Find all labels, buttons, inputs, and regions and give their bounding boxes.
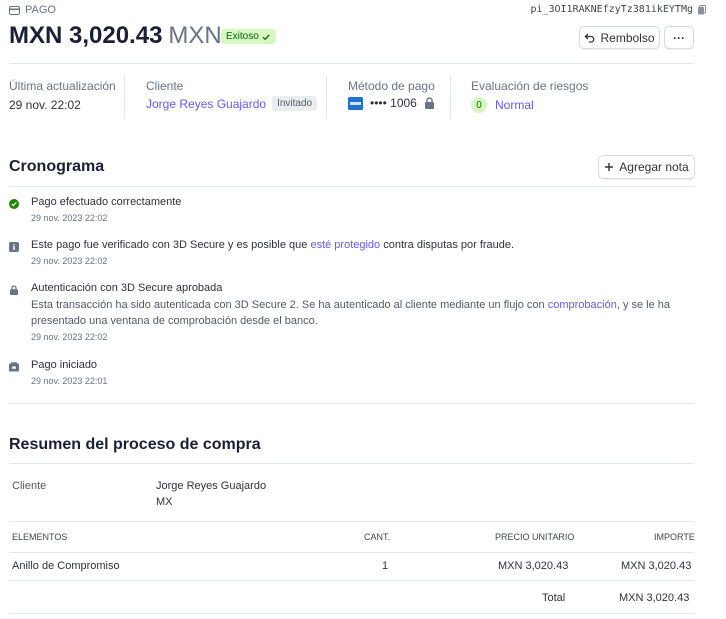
timeline-item-time: 29 nov. 2023 22:01 (31, 376, 108, 386)
column-header-amount: IMPORTE (654, 532, 695, 542)
customer-field: Jorge Reyes Guajardo Invitado (146, 96, 318, 111)
total-label: Total (542, 592, 566, 604)
customer-link[interactable]: Jorge Reyes Guajardo (146, 97, 266, 111)
success-check-icon (9, 199, 19, 209)
refund-label: Rembolso (600, 30, 655, 45)
updated-label: Última actualización (9, 79, 116, 93)
title-text-post: contra disputas por fraude. (380, 239, 515, 251)
timeline-item-title: Autenticación con 3D Secure aprobada (31, 282, 223, 294)
checkout-customer-label: Cliente (12, 480, 47, 492)
risk-link[interactable]: Normal (495, 98, 534, 112)
status-text: Exitoso (226, 31, 259, 42)
guest-badge: Invitado (272, 96, 318, 111)
risk-score: 0 (471, 97, 487, 113)
timeline-item-title: Pago iniciado (31, 359, 98, 371)
column-header-items: ELEMENTOS (12, 532, 68, 542)
total-value: MXN 3,020.43 (619, 592, 690, 604)
row-unit-price: MXN 3,020.43 (498, 560, 569, 572)
section-label-text: PAGO (25, 4, 56, 16)
amount-value: MXN 3,020.43 (9, 22, 163, 49)
card-icon (9, 5, 20, 15)
payment-amount: MXN 3,020.43 MXN (9, 22, 222, 50)
payment-id[interactable]: pi_3OI1RAKNEfzyTz381ikEYTMg (530, 4, 706, 15)
checkout-title: Resumen del proceso de compra (9, 436, 261, 453)
refund-button[interactable]: Rembolso (579, 26, 660, 49)
plus-icon (605, 163, 614, 171)
section-label: PAGO (9, 4, 56, 16)
risk-field: 0 Normal (471, 97, 534, 113)
payment-method-field: •••• 1006 (348, 96, 435, 110)
amount-currency: MXN (168, 22, 222, 49)
timeline-item-title: Este pago fue verificado con 3D Secure y… (31, 239, 514, 251)
card-last4: •••• 1006 (370, 96, 417, 110)
timeline-item-time: 29 nov. 2023 22:02 (31, 213, 108, 223)
lock-icon (424, 97, 434, 109)
timeline-item-description: Esta transacción ha sido autenticada con… (31, 297, 691, 329)
more-actions-button[interactable]: ··· (664, 26, 694, 49)
column-header-qty: CANT. (364, 532, 391, 542)
column-header-unit-price: PRECIO UNITARIO (495, 532, 575, 542)
amex-card-icon (348, 96, 363, 110)
timeline-title: Cronograma (9, 158, 105, 175)
customer-label: Cliente (146, 79, 184, 93)
checkout-customer-name: Jorge Reyes Guajardo (156, 480, 267, 492)
lock-icon (10, 285, 18, 295)
row-qty: 1 (382, 560, 389, 572)
check-icon (262, 33, 270, 40)
table-row: Anillo de Compromiso 1 MXN 3,020.43 MXN … (12, 560, 694, 576)
timeline-item-time: 29 nov. 2023 22:02 (31, 256, 108, 266)
checkout-customer-country: MX (156, 496, 173, 508)
add-note-label: Agregar nota (619, 160, 689, 174)
payment-method-label: Método de pago (348, 79, 435, 93)
risk-label: Evaluación de riesgos (471, 79, 589, 93)
timeline-item-time: 29 nov. 2023 22:02 (31, 332, 108, 342)
more-label: ··· (673, 30, 685, 45)
info-icon (9, 242, 19, 252)
add-note-button[interactable]: Agregar nota (598, 155, 695, 179)
copy-icon[interactable] (697, 4, 706, 15)
protected-link[interactable]: esté protegido (310, 239, 380, 251)
title-text-pre: Este pago fue verificado con 3D Secure y… (31, 239, 311, 251)
row-amount: MXN 3,020.43 (621, 560, 692, 572)
row-item: Anillo de Compromiso (12, 560, 120, 572)
status-badge: Exitoso (221, 29, 276, 44)
payment-initiated-icon (9, 362, 19, 372)
undo-arrow-icon (585, 33, 595, 43)
desc-text-pre: Esta transacción ha sido autenticada con… (31, 299, 548, 311)
timeline-item-title: Pago efectuado correctamente (31, 196, 182, 208)
challenge-link[interactable]: comprobación (548, 299, 617, 311)
updated-value: 29 nov. 22:02 (9, 98, 81, 112)
payment-id-text: pi_3OI1RAKNEfzyTz381ikEYTMg (530, 4, 693, 15)
